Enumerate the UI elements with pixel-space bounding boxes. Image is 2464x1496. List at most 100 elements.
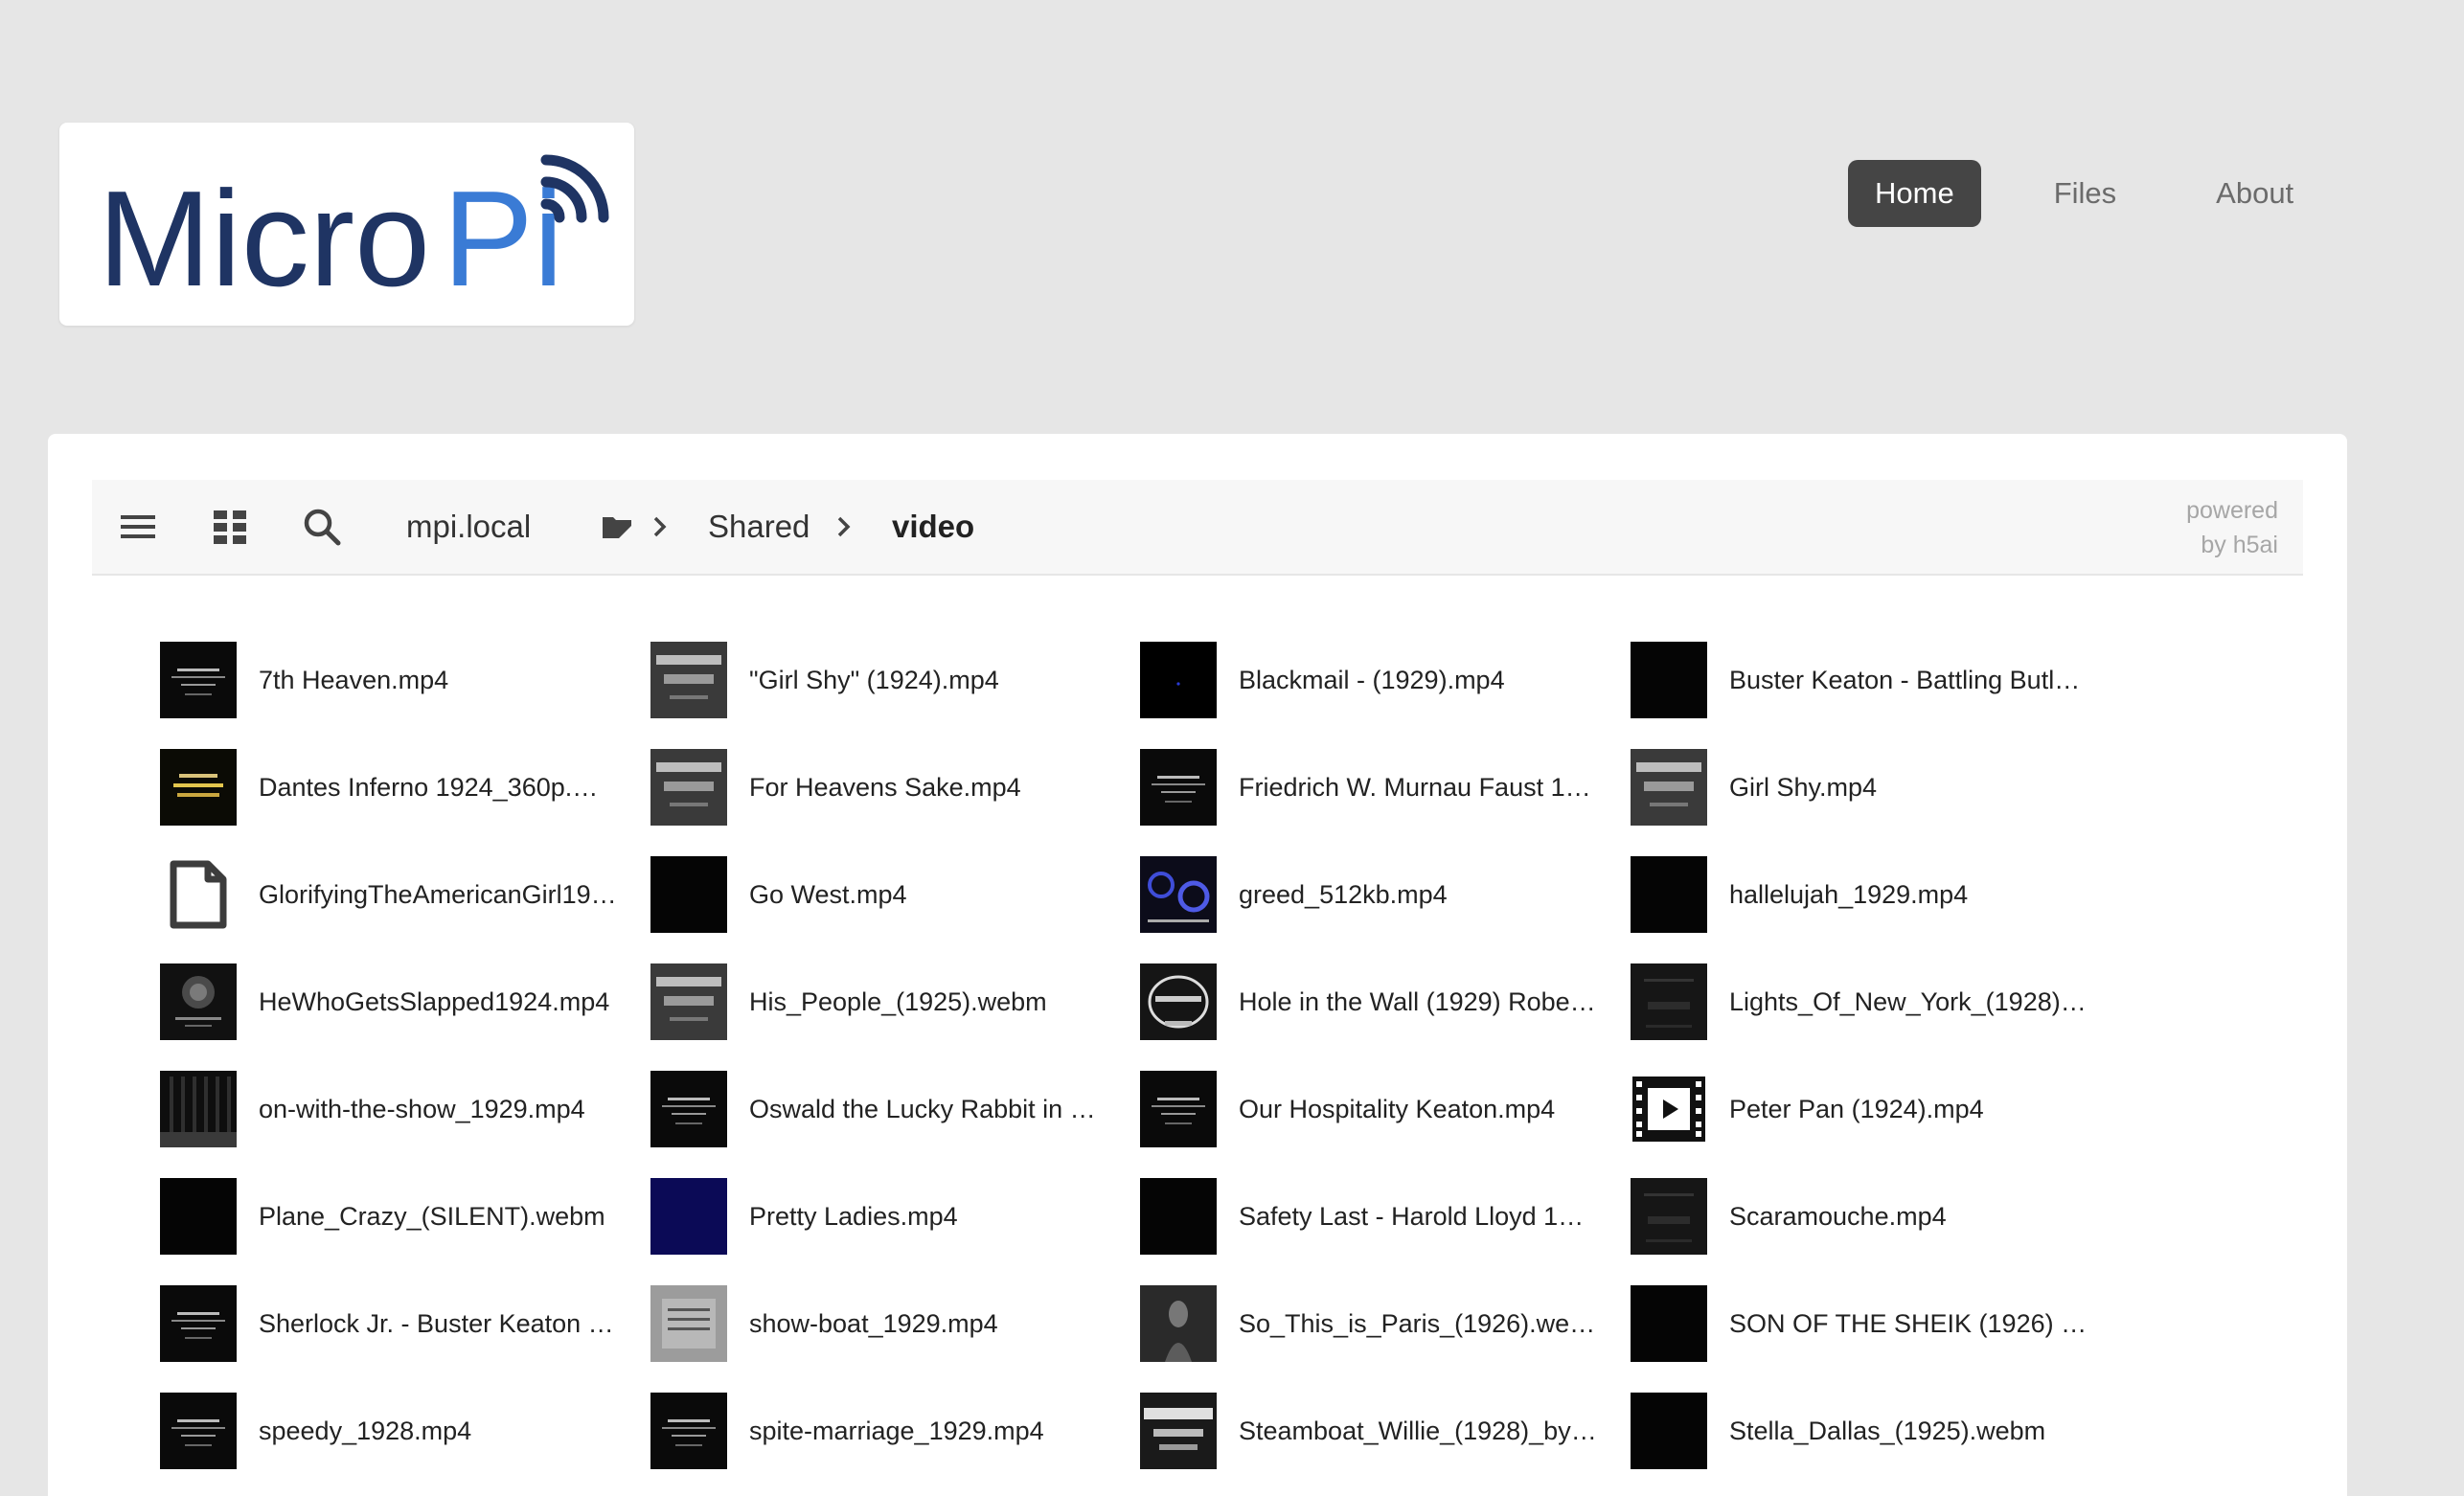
video-thumbnail bbox=[650, 1178, 727, 1255]
file-item[interactable]: GlorifyingTheAmericanGirl19… bbox=[160, 855, 639, 934]
video-thumbnail bbox=[650, 963, 727, 1040]
breadcrumb-root[interactable]: mpi.local bbox=[406, 480, 531, 574]
grid-view-icon[interactable] bbox=[207, 504, 253, 550]
file-name: spite-marriage_1929.mp4 bbox=[749, 1417, 1044, 1445]
file-item[interactable]: Girl Shy.mp4 bbox=[1631, 748, 2110, 827]
file-name: Blackmail - (1929).mp4 bbox=[1239, 666, 1505, 694]
file-item[interactable]: Oswald the Lucky Rabbit in … bbox=[650, 1070, 1129, 1148]
chevron-right-icon bbox=[644, 510, 676, 543]
file-item[interactable]: Buster Keaton - Battling Butl… bbox=[1631, 641, 2110, 719]
file-item[interactable]: Stella_Dallas_(1925).webm bbox=[1631, 1392, 2110, 1470]
file-name: Peter Pan (1924).mp4 bbox=[1729, 1095, 1984, 1123]
video-thumbnail bbox=[1631, 963, 1707, 1040]
video-thumbnail bbox=[160, 642, 237, 718]
video-thumbnail bbox=[1140, 1178, 1217, 1255]
file-name: Oswald the Lucky Rabbit in … bbox=[749, 1095, 1096, 1123]
file-item[interactable]: Steamboat_Willie_(1928)_by… bbox=[1140, 1392, 1619, 1470]
video-thumbnail bbox=[160, 749, 237, 826]
video-file-icon bbox=[1631, 1071, 1707, 1147]
file-item[interactable]: greed_512kb.mp4 bbox=[1140, 855, 1619, 934]
toolbar: mpi.local Shared video powered by h5ai bbox=[92, 480, 2303, 576]
file-item[interactable]: HeWhoGetsSlapped1924.mp4 bbox=[160, 963, 639, 1041]
file-item[interactable]: Lights_Of_New_York_(1928)… bbox=[1631, 963, 2110, 1041]
file-item[interactable]: speedy_1928.mp4 bbox=[160, 1392, 639, 1470]
video-thumbnail bbox=[1140, 1393, 1217, 1469]
file-name: Our Hospitality Keaton.mp4 bbox=[1239, 1095, 1556, 1123]
file-name: For Heavens Sake.mp4 bbox=[749, 773, 1021, 802]
breadcrumb-shared[interactable]: Shared bbox=[708, 480, 810, 574]
file-name: Hole in the Wall (1929) Robe… bbox=[1239, 987, 1596, 1016]
menu-icon[interactable] bbox=[115, 504, 161, 550]
file-name: Plane_Crazy_(SILENT).webm bbox=[259, 1202, 605, 1231]
search-icon[interactable] bbox=[299, 504, 345, 550]
video-thumbnail bbox=[1631, 856, 1707, 933]
file-name: Stella_Dallas_(1925).webm bbox=[1729, 1417, 2046, 1445]
file-item[interactable]: show-boat_1929.mp4 bbox=[650, 1284, 1129, 1363]
powered-line-1: powered bbox=[2186, 497, 2278, 524]
micropi-logo-art: Micro Pi bbox=[98, 154, 609, 315]
file-name: Girl Shy.mp4 bbox=[1729, 773, 1878, 802]
file-item[interactable]: Go West.mp4 bbox=[650, 855, 1129, 934]
file-item[interactable]: So_This_is_Paris_(1926).we… bbox=[1140, 1284, 1619, 1363]
video-thumbnail bbox=[160, 1285, 237, 1362]
micropi-logo[interactable]: Micro Pi bbox=[59, 123, 634, 326]
breadcrumb-current[interactable]: video bbox=[892, 480, 974, 574]
video-thumbnail bbox=[1140, 1071, 1217, 1147]
file-item[interactable]: Pretty Ladies.mp4 bbox=[650, 1177, 1129, 1256]
file-name: Steamboat_Willie_(1928)_by… bbox=[1239, 1417, 1597, 1445]
powered-by-label[interactable]: powered by h5ai bbox=[2186, 493, 2278, 562]
file-item[interactable]: Friedrich W. Murnau Faust 1… bbox=[1140, 748, 1619, 827]
nav-files[interactable]: Files bbox=[2027, 160, 2143, 227]
file-name: show-boat_1929.mp4 bbox=[749, 1309, 998, 1338]
file-name: Dantes Inferno 1924_360p.… bbox=[259, 773, 599, 802]
file-item[interactable]: 7th Heaven.mp4 bbox=[160, 641, 639, 719]
file-name: hallelujah_1929.mp4 bbox=[1729, 880, 1969, 909]
file-name: So_This_is_Paris_(1926).we… bbox=[1239, 1309, 1596, 1338]
file-name: Buster Keaton - Battling Butl… bbox=[1729, 666, 2081, 694]
video-thumbnail bbox=[1631, 642, 1707, 718]
chevron-right-icon bbox=[828, 510, 860, 543]
file-name: GlorifyingTheAmericanGirl19… bbox=[259, 880, 617, 909]
file-name: Scaramouche.mp4 bbox=[1729, 1202, 1947, 1231]
video-thumbnail bbox=[1631, 1285, 1707, 1362]
file-item[interactable]: "Girl Shy" (1924).mp4 bbox=[650, 641, 1129, 719]
video-thumbnail bbox=[650, 749, 727, 826]
file-item[interactable]: hallelujah_1929.mp4 bbox=[1631, 855, 2110, 934]
file-item[interactable]: Safety Last - Harold Lloyd 1… bbox=[1140, 1177, 1619, 1256]
video-thumbnail bbox=[1140, 749, 1217, 826]
file-item[interactable]: Hole in the Wall (1929) Robe… bbox=[1140, 963, 1619, 1041]
file-name: Sherlock Jr. - Buster Keaton … bbox=[259, 1309, 614, 1338]
file-item[interactable]: on-with-the-show_1929.mp4 bbox=[160, 1070, 639, 1148]
file-name: on-with-the-show_1929.mp4 bbox=[259, 1095, 585, 1123]
video-thumbnail bbox=[650, 1285, 727, 1362]
file-name: greed_512kb.mp4 bbox=[1239, 880, 1448, 909]
file-name: HeWhoGetsSlapped1924.mp4 bbox=[259, 987, 610, 1016]
video-thumbnail bbox=[1631, 749, 1707, 826]
video-thumbnail bbox=[1140, 856, 1217, 933]
file-item[interactable]: His_People_(1925).webm bbox=[650, 963, 1129, 1041]
file-item[interactable]: Sherlock Jr. - Buster Keaton … bbox=[160, 1284, 639, 1363]
video-thumbnail bbox=[1140, 1285, 1217, 1362]
file-icon bbox=[160, 856, 237, 933]
file-name: His_People_(1925).webm bbox=[749, 987, 1047, 1016]
file-name: Pretty Ladies.mp4 bbox=[749, 1202, 958, 1231]
file-item[interactable]: Scaramouche.mp4 bbox=[1631, 1177, 2110, 1256]
nav-home[interactable]: Home bbox=[1848, 160, 1981, 227]
file-name: Friedrich W. Murnau Faust 1… bbox=[1239, 773, 1591, 802]
video-thumbnail bbox=[650, 1071, 727, 1147]
file-item[interactable]: Plane_Crazy_(SILENT).webm bbox=[160, 1177, 639, 1256]
nav-about[interactable]: About bbox=[2189, 160, 2320, 227]
file-item[interactable]: Our Hospitality Keaton.mp4 bbox=[1140, 1070, 1619, 1148]
file-name: Go West.mp4 bbox=[749, 880, 907, 909]
file-item[interactable]: For Heavens Sake.mp4 bbox=[650, 748, 1129, 827]
video-thumbnail bbox=[160, 963, 237, 1040]
video-thumbnail bbox=[160, 1071, 237, 1147]
file-item[interactable]: SON OF THE SHEIK (1926) … bbox=[1631, 1284, 2110, 1363]
file-item[interactable]: Peter Pan (1924).mp4 bbox=[1631, 1070, 2110, 1148]
file-item[interactable]: spite-marriage_1929.mp4 bbox=[650, 1392, 1129, 1470]
file-name: Lights_Of_New_York_(1928)… bbox=[1729, 987, 2087, 1016]
video-thumbnail bbox=[160, 1393, 237, 1469]
file-item[interactable]: Blackmail - (1929).mp4 bbox=[1140, 641, 1619, 719]
file-grid: 7th Heaven.mp4 "Girl Shy" (1924).mp4 Black… bbox=[160, 641, 2268, 1496]
file-item[interactable]: Dantes Inferno 1924_360p.… bbox=[160, 748, 639, 827]
